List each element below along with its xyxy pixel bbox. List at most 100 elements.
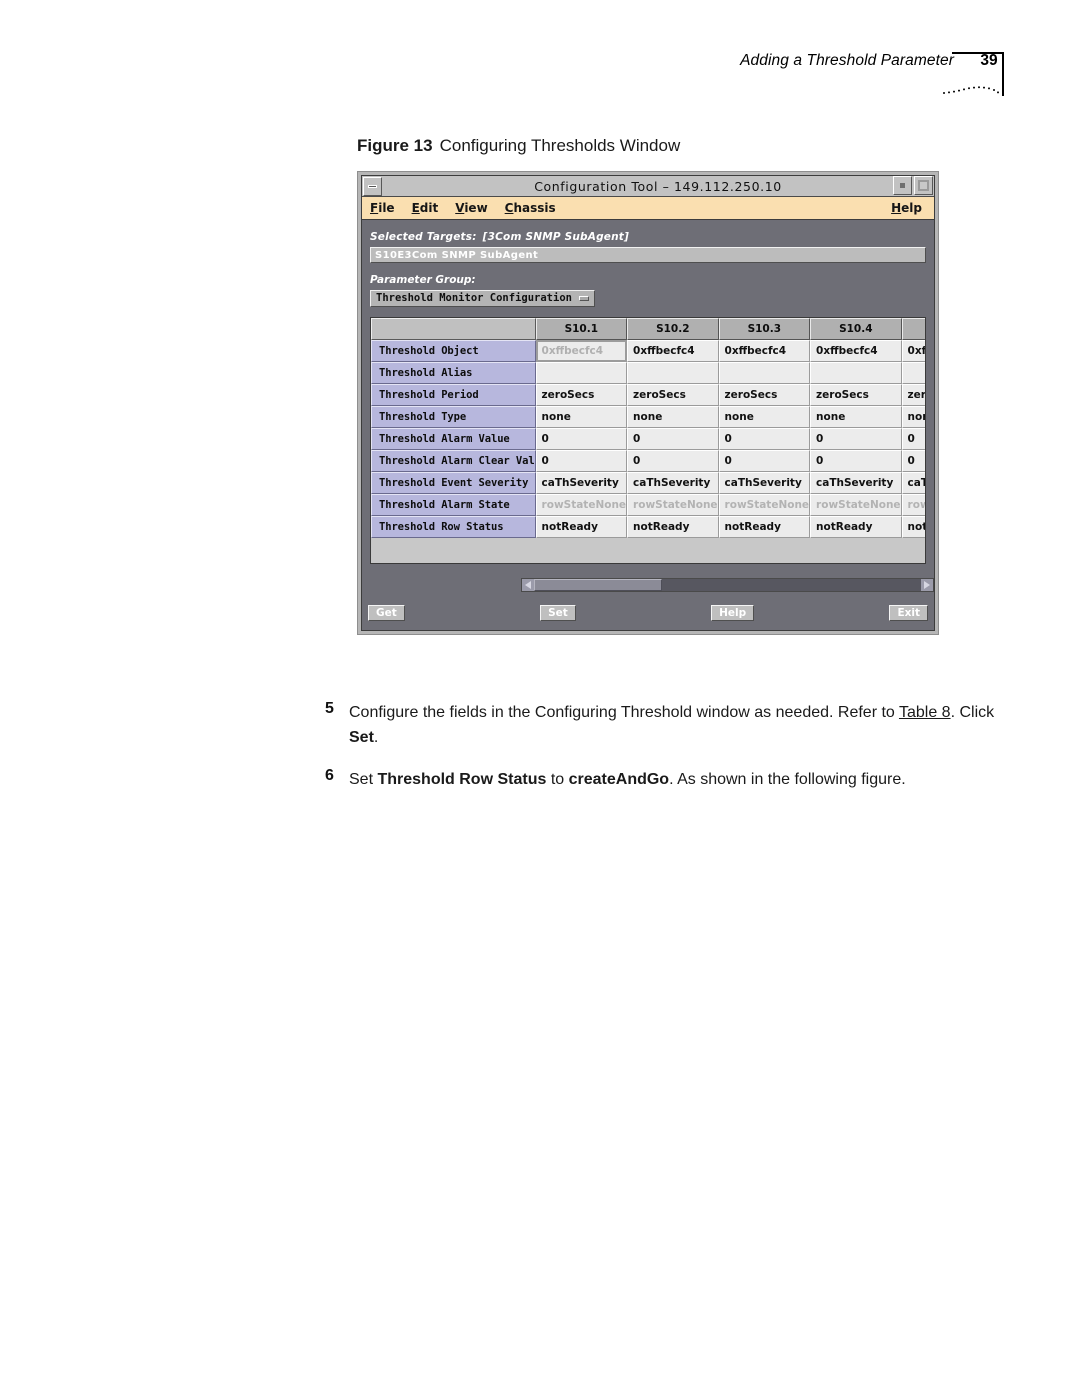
cell-threshold-alarm-value[interactable]: 0	[627, 427, 719, 450]
cell-threshold-alarm-clear-val[interactable]: 0	[901, 449, 925, 472]
menubar: File Edit View Chassis Help	[362, 197, 934, 220]
minimize-square-glyph	[900, 183, 905, 188]
cell-threshold-alarm-value[interactable]: 0	[810, 427, 902, 450]
cell-threshold-period[interactable]: zeroSecs	[627, 383, 719, 406]
step-number: 5	[325, 700, 334, 717]
scroll-right-arrow-icon[interactable]	[921, 579, 933, 591]
cell-threshold-row-status[interactable]: notReady	[718, 515, 811, 538]
parameter-group-dropdown[interactable]: Threshold Monitor Configuration	[370, 289, 595, 307]
window-menu-dash-glyph	[368, 184, 377, 188]
window-content-area: Selected Targets: [3Com SNMP SubAgent] S1…	[362, 220, 934, 630]
cell-threshold-type[interactable]: none	[901, 405, 925, 428]
cell-threshold-type[interactable]: none	[718, 405, 811, 428]
figure-caption: Figure 13 Configuring Thresholds Window	[357, 136, 680, 156]
window-titlebar: Configuration Tool – 149.112.250.10	[362, 176, 934, 197]
row-label-threshold-alarm-clear-val: Threshold Alarm Clear Val	[371, 449, 536, 472]
window-title: Configuration Tool – 149.112.250.10	[534, 178, 782, 194]
cell-threshold-event-severity[interactable]: caThSeverity	[718, 471, 811, 494]
cell-threshold-period[interactable]: zeroSecs	[810, 383, 902, 406]
get-button[interactable]: Get	[368, 605, 405, 621]
column-header[interactable]: S10.1	[535, 317, 628, 340]
maximize-icon[interactable]	[914, 176, 933, 195]
cell-threshold-object[interactable]: 0xffbecfc4	[901, 339, 925, 362]
cell-threshold-alarm-value[interactable]: 0	[901, 427, 925, 450]
cell-threshold-row-status[interactable]: notReady	[810, 515, 902, 538]
cell-threshold-alarm-clear-val[interactable]: 0	[718, 449, 811, 472]
menu-file-label: ile	[378, 201, 395, 215]
exit-button[interactable]: Exit	[889, 605, 929, 621]
selected-targets-label: Selected Targets: [3Com SNMP SubAgent]	[370, 220, 926, 243]
cell-threshold-period[interactable]: zeroSecs	[901, 383, 925, 406]
cell-threshold-alarm-value[interactable]: 0	[535, 427, 628, 450]
left-triangle-glyph	[525, 581, 531, 589]
table-column-s10-1: S10.1 0xffbecfc4 zeroSecs none 0 0 caThS…	[535, 317, 628, 538]
cell-threshold-row-status[interactable]: notReady	[627, 515, 719, 538]
cell-threshold-period[interactable]: zeroSecs	[718, 383, 811, 406]
cell-threshold-object[interactable]: 0xffbecfc4	[810, 339, 902, 362]
cell-threshold-row-status[interactable]: notReady	[901, 515, 925, 538]
procedure-steps: 5 Configure the fields in the Configurin…	[325, 700, 1015, 809]
window-menu-icon[interactable]	[363, 176, 382, 196]
dropdown-arrow-icon	[578, 295, 589, 301]
column-header[interactable]: S10.5	[901, 317, 925, 340]
cell-threshold-alarm-clear-val[interactable]: 0	[810, 449, 902, 472]
cell-threshold-type[interactable]: none	[810, 405, 902, 428]
column-header[interactable]: S10.2	[627, 317, 719, 340]
column-header[interactable]: S10.4	[810, 317, 902, 340]
menu-help-label: elp	[901, 201, 922, 215]
figure-label: Figure 13	[357, 136, 433, 155]
table-corner-cell	[371, 317, 536, 340]
scrollbar-thumb[interactable]	[534, 579, 662, 591]
cell-threshold-object[interactable]: 0xffbecfc4	[627, 339, 719, 362]
scrollbar-track[interactable]	[534, 579, 921, 591]
row-label-threshold-alarm-state: Threshold Alarm State	[371, 493, 536, 516]
menu-item-view[interactable]: View	[455, 201, 487, 215]
window-frame: Configuration Tool – 149.112.250.10 File…	[361, 175, 935, 631]
cell-threshold-alias[interactable]	[901, 361, 925, 384]
cell-threshold-period[interactable]: zeroSecs	[535, 383, 628, 406]
table-horizontal-scrollbar[interactable]	[521, 578, 934, 592]
cell-threshold-row-status[interactable]: notReady	[535, 515, 628, 538]
cell-threshold-alias[interactable]	[535, 361, 628, 384]
menu-edit-label: dit	[419, 201, 439, 215]
cell-threshold-alarm-state: rowStateNone	[810, 493, 902, 516]
cell-threshold-alias[interactable]	[810, 361, 902, 384]
menu-item-file[interactable]: File	[370, 201, 395, 215]
cell-threshold-object[interactable]: 0xffbecfc4	[535, 339, 628, 362]
cell-threshold-event-severity[interactable]: caThSeverity	[810, 471, 902, 494]
cell-threshold-alias[interactable]	[627, 361, 719, 384]
menu-item-help[interactable]: Help	[891, 201, 922, 215]
cell-threshold-alias[interactable]	[718, 361, 811, 384]
cell-threshold-type[interactable]: none	[535, 405, 628, 428]
row-label-threshold-period: Threshold Period	[371, 383, 536, 406]
set-button[interactable]: Set	[540, 605, 576, 621]
cell-threshold-alarm-value[interactable]: 0	[718, 427, 811, 450]
cell-threshold-alarm-state: rowStateNone	[627, 493, 719, 516]
cell-threshold-alarm-clear-val[interactable]: 0	[627, 449, 719, 472]
selected-targets-list[interactable]: S10E3Com SNMP SubAgent	[370, 247, 926, 263]
help-button[interactable]: Help	[711, 605, 755, 621]
cell-threshold-event-severity[interactable]: caThSeverity	[535, 471, 628, 494]
row-label-threshold-row-status: Threshold Row Status	[371, 515, 536, 538]
right-triangle-glyph	[924, 581, 930, 589]
column-header[interactable]: S10.3	[718, 317, 811, 340]
cell-threshold-object[interactable]: 0xffbecfc4	[718, 339, 811, 362]
step-5: 5 Configure the fields in the Configurin…	[325, 700, 1015, 750]
cell-threshold-event-severity[interactable]: caThSeverity	[901, 471, 925, 494]
step-body: Set Threshold Row Status to createAndGo.…	[349, 771, 906, 788]
cell-threshold-event-severity[interactable]: caThSeverity	[627, 471, 719, 494]
menu-item-edit[interactable]: Edit	[412, 201, 439, 215]
menu-view-mnemonic: V	[455, 201, 465, 215]
table-column-s10-3: S10.3 0xffbecfc4 zeroSecs none 0 0 caThS…	[718, 317, 811, 538]
list-item[interactable]: S10E3Com SNMP SubAgent	[375, 250, 538, 261]
scroll-left-arrow-icon[interactable]	[522, 579, 534, 591]
menu-file-mnemonic: F	[370, 201, 379, 215]
table-column-s10-2: S10.2 0xffbecfc4 zeroSecs none 0 0 caThS…	[627, 317, 719, 538]
cell-threshold-alarm-clear-val[interactable]: 0	[535, 449, 628, 472]
menu-item-chassis[interactable]: Chassis	[505, 201, 556, 215]
minimize-icon[interactable]	[893, 176, 912, 195]
maximize-square-glyph	[918, 180, 929, 191]
cell-threshold-type[interactable]: none	[627, 405, 719, 428]
running-head-text: Adding a Threshold Parameter	[740, 52, 954, 69]
table-data-columns: S10.1 0xffbecfc4 zeroSecs none 0 0 caThS…	[535, 317, 925, 538]
